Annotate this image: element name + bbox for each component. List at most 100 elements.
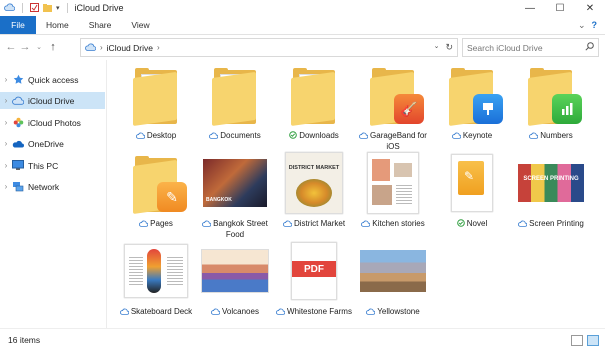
sidebar-item-icloud-drive[interactable]: › iCloud Drive [0,92,105,109]
star-icon [12,74,24,86]
cloud-status-icon [202,220,212,230]
file-view: Desktop Documents Downloads 🎸 GarageBand… [110,60,605,328]
sidebar-item-this-pc[interactable]: › This PC [0,157,105,174]
details-view-icon[interactable] [571,335,583,346]
sidebar-item-label: This PC [28,160,59,171]
cloud-status-icon [518,220,528,230]
document-thumbnail [367,152,419,214]
item-count: 16 items [8,335,41,345]
expand-icon[interactable]: › [0,139,12,148]
garageband-icon: 🎸 [394,94,424,124]
cloud-status-icon [361,220,371,230]
back-button[interactable]: ← [4,38,18,56]
folder-icon [447,68,503,126]
properties-icon[interactable] [30,2,39,14]
item-label: Bangkok Street Food [213,219,268,239]
numbers-icon [552,94,582,124]
document-thumbnail: ✎ [451,154,493,212]
item-label: Desktop [146,131,177,140]
item-label: Whitestone Farms [287,307,352,316]
cloud-status-icon [276,308,286,318]
document-thumbnail [124,244,188,298]
status-bar: 16 items [0,328,605,351]
expand-icon[interactable]: › [0,118,12,127]
sidebar-item-icloud-photos[interactable]: › iCloud Photos [0,114,105,131]
item-label: Screen Printing [529,219,584,228]
item-label: District Market [293,219,346,228]
maximize-icon[interactable]: ☐ [545,0,575,16]
close-icon[interactable]: ✕ [575,0,605,16]
sidebar-item-network[interactable]: › Network [0,178,105,195]
image-thumbnail: SCREEN PRINTING [518,164,584,202]
thumbnail-caption: SCREEN PRINTING [523,176,579,182]
pages-icon: ✎ [157,182,187,212]
cloud-status-icon [209,132,219,142]
pdf-label: PDF [304,263,324,275]
item-label: Novel [466,219,488,228]
pages-icon: ✎ [464,169,475,183]
item-label: Keynote [462,131,493,140]
item-label: GarageBand for iOS [370,131,427,151]
sidebar-item-label: Network [28,181,60,192]
pdf-icon: PDF [291,242,337,300]
chevron-right-icon: › [100,43,103,52]
expand-icon[interactable]: › [0,75,12,84]
cloud-status-icon [139,220,149,230]
folder-icon [210,68,260,126]
chevron-right-icon[interactable]: › [157,43,160,52]
expand-ribbon-icon[interactable]: ⌄ [578,20,586,31]
synced-check-icon [289,131,298,142]
tab-file[interactable]: File [0,16,36,34]
up-button[interactable]: ↑ [46,38,60,56]
tab-view[interactable]: View [121,16,159,34]
address-bar[interactable]: › iCloud Drive › ⌄ ↻ [80,38,458,57]
search-box[interactable]: Search iCloud Drive [462,38,599,57]
recent-locations-icon[interactable]: ⌄ [32,38,46,56]
cloud-status-icon [119,308,130,318]
cloud-status-icon [451,132,462,142]
network-icon [12,181,24,193]
breadcrumb-icloud-drive[interactable]: iCloud Drive [107,43,153,53]
item-label: Skateboard Deck [130,307,193,316]
image-thumbnail [360,250,426,292]
image-thumbnail [201,249,269,293]
expand-icon[interactable]: › [0,96,12,105]
cloud-icon [85,43,97,53]
navigation-pane: › Quick access › iCloud Drive › iCloud P… [0,60,107,328]
search-input[interactable]: Search iCloud Drive [467,43,543,53]
item-label: Documents [220,131,261,140]
new-folder-icon[interactable] [43,3,52,14]
synced-check-icon [456,219,465,230]
item-label: Volcanoes [222,307,259,316]
sidebar-item-quick-access[interactable]: › Quick access [0,71,105,88]
image-thumbnail: BANGKOK [203,159,267,207]
expand-icon[interactable]: › [0,161,12,170]
chevron-down-icon[interactable]: ⌄ [434,42,440,53]
navigation-bar: ← → ⌄ ↑ › iCloud Drive › ⌄ ↻ Search iClo… [0,36,605,58]
search-icon[interactable] [585,42,594,53]
thumbnail-caption: DISTRICT MARKET [288,165,340,171]
cloud-status-icon [135,132,146,142]
large-icons-view-icon[interactable] [587,335,599,346]
title-bar: ▾ iCloud Drive — ☐ ✕ [0,0,605,16]
window-title: iCloud Drive [74,3,124,13]
item-label: Kitchen stories [372,219,425,228]
item-label: Pages [150,219,173,228]
expand-icon[interactable]: › [0,182,12,191]
sidebar-item-onedrive[interactable]: › OneDrive [0,135,105,152]
quick-access-dropdown-icon[interactable]: ▾ [56,4,60,12]
thumbnail-caption: BANGKOK [206,197,232,203]
refresh-icon[interactable]: ↻ [445,42,453,53]
ribbon-tabs: File Home Share View ⌄ ? [0,16,605,35]
cloud-status-icon [359,132,369,142]
folder-icon [526,68,582,126]
minimize-icon[interactable]: — [515,0,545,16]
tab-home[interactable]: Home [36,16,79,34]
photos-icon [12,117,24,129]
onedrive-icon [12,138,24,150]
forward-button[interactable]: → [18,38,32,56]
sidebar-item-label: iCloud Drive [28,95,75,106]
icloud-app-icon [4,3,16,13]
tab-share[interactable]: Share [79,16,122,34]
help-icon[interactable]: ? [592,20,598,30]
